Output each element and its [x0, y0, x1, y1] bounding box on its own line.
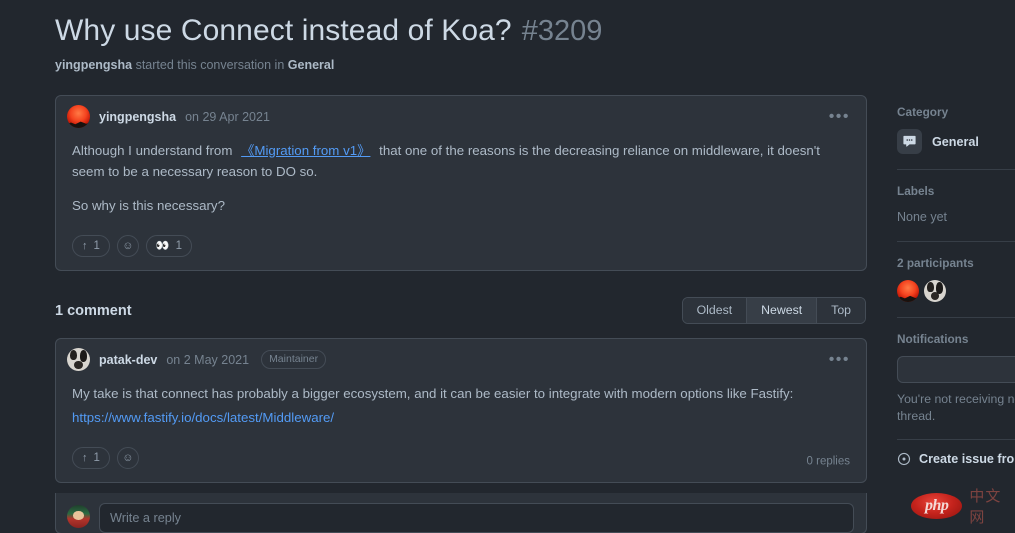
php-logo: php [911, 493, 963, 519]
page-title: Why use Connect instead of Koa? [55, 14, 512, 47]
original-post-paragraph-2: So why is this necessary? [72, 198, 225, 213]
labels-heading: Labels [897, 184, 935, 198]
original-post-paragraph-1: Although I understand from 《Migration fr… [72, 140, 850, 182]
sidebar: Category General Labels None yet 2 parti… [897, 105, 1015, 466]
eyes-reaction-count: 1 [175, 240, 183, 252]
add-reaction-smiley-icon: ☺ [122, 239, 134, 252]
breadcrumb: yingpengsha started this conversation in… [55, 58, 1015, 72]
discussion-number: #3209 [521, 15, 603, 47]
notification-note-line2: thread. [897, 409, 936, 423]
reply-composer [55, 493, 867, 533]
sort-option-top[interactable]: Top [817, 298, 865, 323]
comment-reactions: ↑ 1 ☺ 0 replies [56, 441, 866, 482]
comment-body: My take is that connect has probably a b… [56, 380, 866, 428]
comment-text: My take is that connect has probably a b… [72, 386, 794, 401]
upvote-count: 1 [93, 240, 100, 252]
notification-note-line1: You're not receiving no [897, 392, 1015, 406]
create-issue-label: Create issue from [919, 452, 1015, 466]
kebab-menu-icon[interactable]: ••• [825, 351, 854, 367]
original-post-header: yingpengsha on 29 Apr 2021 ••• [56, 96, 866, 137]
eyes-reaction-icon: 👀 [155, 239, 170, 252]
add-reaction-smiley-icon: ☺ [122, 451, 134, 464]
avatar[interactable] [67, 105, 90, 128]
subscribe-button[interactable]: S [897, 356, 1015, 383]
header-started-text: started this conversation in [135, 58, 285, 72]
add-reaction-button[interactable]: ☺ [116, 447, 139, 469]
avatar[interactable] [67, 348, 90, 371]
op-text-before: Although I understand from [72, 143, 233, 158]
sort-option-oldest[interactable]: Oldest [682, 298, 748, 323]
divider [897, 439, 1015, 440]
avatar[interactable] [897, 280, 919, 302]
upvote-arrow-icon: ↑ [82, 239, 88, 252]
title-row: Why use Connect instead of Koa? #3209 [55, 14, 1015, 48]
add-reaction-button[interactable]: ☺ [116, 235, 139, 257]
participants-heading: 2 participants [897, 256, 974, 270]
comments-bar: 1 comment Oldest Newest Top [55, 297, 867, 324]
sort-option-newest[interactable]: Newest [747, 298, 818, 323]
kebab-menu-icon[interactable]: ••• [825, 108, 854, 124]
reply-input[interactable] [99, 503, 854, 533]
labels-value: None yet [897, 210, 948, 224]
sidebar-category[interactable]: General [897, 129, 1015, 154]
status-badge: Maintainer [261, 350, 327, 369]
category-name: General [932, 134, 979, 149]
original-post-author[interactable]: yingpengsha [99, 110, 176, 124]
sort-segmented-control: Oldest Newest Top [681, 297, 866, 324]
upvote-arrow-icon: ↑ [82, 451, 88, 464]
upvote-count: 1 [93, 452, 100, 464]
watermark-cn-text: 中文网 [969, 488, 1002, 526]
original-post: yingpengsha on 29 Apr 2021 ••• Although … [55, 95, 867, 271]
create-issue-link[interactable]: Create issue from [897, 452, 1015, 466]
category-heading: Category [897, 105, 949, 119]
comment: patak-dev on 2 May 2021 Maintainer ••• M… [55, 338, 867, 483]
discussion-page: Why use Connect instead of Koa? #3209 yi… [0, 0, 1015, 533]
original-post-body: Although I understand from 《Migration fr… [56, 137, 866, 216]
participants-list [897, 280, 1015, 302]
watermark: php 中文网 [911, 485, 1015, 527]
issue-opened-icon [897, 452, 911, 466]
main-column: yingpengsha on 29 Apr 2021 ••• Although … [55, 95, 867, 533]
upvote-reaction-button[interactable]: ↑ 1 [72, 235, 110, 257]
notification-note: You're not receiving no thread. [897, 391, 1015, 425]
comments-count: 1 comment [55, 302, 132, 319]
upvote-reaction-button[interactable]: ↑ 1 [72, 447, 110, 469]
page-header: Why use Connect instead of Koa? #3209 yi… [0, 0, 1015, 72]
original-post-reactions: ↑ 1 ☺ 👀 1 [56, 229, 866, 270]
comment-discussion-icon [897, 129, 922, 154]
divider [897, 317, 1015, 318]
original-post-date: on 29 Apr 2021 [185, 109, 270, 124]
eyes-reaction-button[interactable]: 👀 1 [145, 235, 193, 257]
avatar[interactable] [924, 280, 946, 302]
comment-header: patak-dev on 2 May 2021 Maintainer ••• [56, 339, 866, 380]
migration-from-v1-link[interactable]: 《Migration from v1》 [241, 143, 370, 158]
comment-date: on 2 May 2021 [166, 352, 250, 367]
divider [897, 241, 1015, 242]
notifications-heading: Notifications [897, 332, 969, 346]
replies-count: 0 replies [806, 454, 850, 467]
avatar [67, 505, 90, 528]
comment-author[interactable]: patak-dev [99, 353, 157, 367]
divider [897, 169, 1015, 170]
header-author-link[interactable]: yingpengsha [55, 58, 132, 72]
header-category-link[interactable]: General [288, 58, 335, 72]
fastify-middleware-link[interactable]: https://www.fastify.io/docs/latest/Middl… [72, 410, 334, 425]
